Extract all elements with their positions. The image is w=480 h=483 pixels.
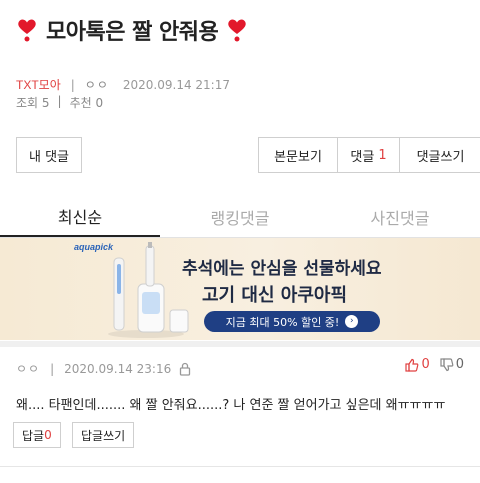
downvote-button[interactable]: 0 — [440, 357, 464, 372]
post-action-group: 본문보기 댓글 1 댓글쓰기 — [258, 137, 480, 173]
comment-datetime: 2020.09.14 23:16 — [64, 361, 172, 376]
downvote-count: 0 — [455, 357, 464, 372]
comments-button[interactable]: 댓글 1 — [337, 138, 399, 172]
comment-votes: 0 0 — [395, 357, 464, 372]
post-datetime: 2020.09.14 21:17 — [122, 77, 230, 92]
view-post-label: 본문보기 — [274, 149, 322, 165]
heart-icon — [228, 19, 246, 42]
post-meta: TXT모아 | ㅇㅇ 2020.09.14 21:17 — [16, 76, 230, 93]
meta-separator: | — [57, 94, 62, 108]
comment-meta: ㅇㅇ | 2020.09.14 23:16 — [16, 360, 191, 377]
comment-sort-tabs: 최신순 랭킹댓글 사진댓글 — [0, 196, 480, 238]
ad-cta-pill[interactable]: 지금 최대 50% 할인 중! › — [204, 311, 380, 332]
view-post-button[interactable]: 본문보기 — [259, 138, 337, 172]
reply-label: 답글 — [22, 428, 45, 443]
my-comments-button[interactable]: 내 댓글 — [16, 137, 82, 173]
comment-divider — [0, 466, 480, 467]
thumbs-down-icon — [440, 357, 454, 371]
post-stats: 조회 5 | 추천 0 — [16, 94, 103, 111]
post-title-bar: 모아톡은 짤 안줘용 — [0, 0, 480, 60]
comment-body: 왜.... 타팬인데....... 왜 짤 안줘요......? 나 연준 짤 … — [16, 398, 446, 413]
tab-latest[interactable]: 최신순 — [0, 196, 160, 237]
thumbs-up-icon — [405, 358, 419, 372]
write-reply-button[interactable]: 답글쓰기 — [72, 422, 135, 448]
post-author-link[interactable]: TXT모아 — [16, 76, 61, 93]
upvote-button[interactable]: 0 — [405, 357, 430, 372]
chevron-right-icon: › — [345, 315, 359, 328]
post-recommend: 추천 0 — [69, 96, 104, 110]
heart-icon — [18, 19, 36, 42]
meta-separator: | — [50, 361, 55, 376]
write-comment-button[interactable]: 댓글쓰기 — [399, 138, 480, 172]
tab-ranking[interactable]: 랭킹댓글 — [160, 196, 320, 237]
post-views: 조회 5 — [16, 96, 50, 110]
ad-banner[interactable]: aquapick 추석에는 안심을 선물하세요 고기 대신 아쿠아픽 지금 최대… — [0, 238, 480, 340]
comments-label: 댓글 — [350, 149, 375, 165]
comment-nickname: ㅇㅇ — [16, 362, 41, 376]
ad-headline: 추석에는 안심을 선물하세요 — [182, 259, 382, 279]
write-reply-label: 답글쓰기 — [81, 428, 126, 443]
upvote-count: 0 — [421, 357, 430, 372]
reply-button[interactable]: 답글 0 — [13, 422, 61, 448]
section-divider — [0, 341, 480, 347]
post-title: 모아톡은 짤 안줘용 — [46, 20, 219, 45]
meta-separator: | — [70, 77, 75, 92]
ad-subheadline: 고기 대신 아쿠아픽 — [202, 285, 348, 306]
reply-count: 0 — [44, 428, 52, 442]
ad-cta-label: 지금 최대 50% 할인 중! — [225, 315, 340, 329]
post-nickname: ㅇㅇ — [84, 78, 109, 92]
tab-photo[interactable]: 사진댓글 — [320, 196, 480, 237]
comments-count: 1 — [378, 147, 387, 163]
write-comment-label: 댓글쓰기 — [416, 149, 465, 165]
lock-icon — [180, 362, 191, 376]
